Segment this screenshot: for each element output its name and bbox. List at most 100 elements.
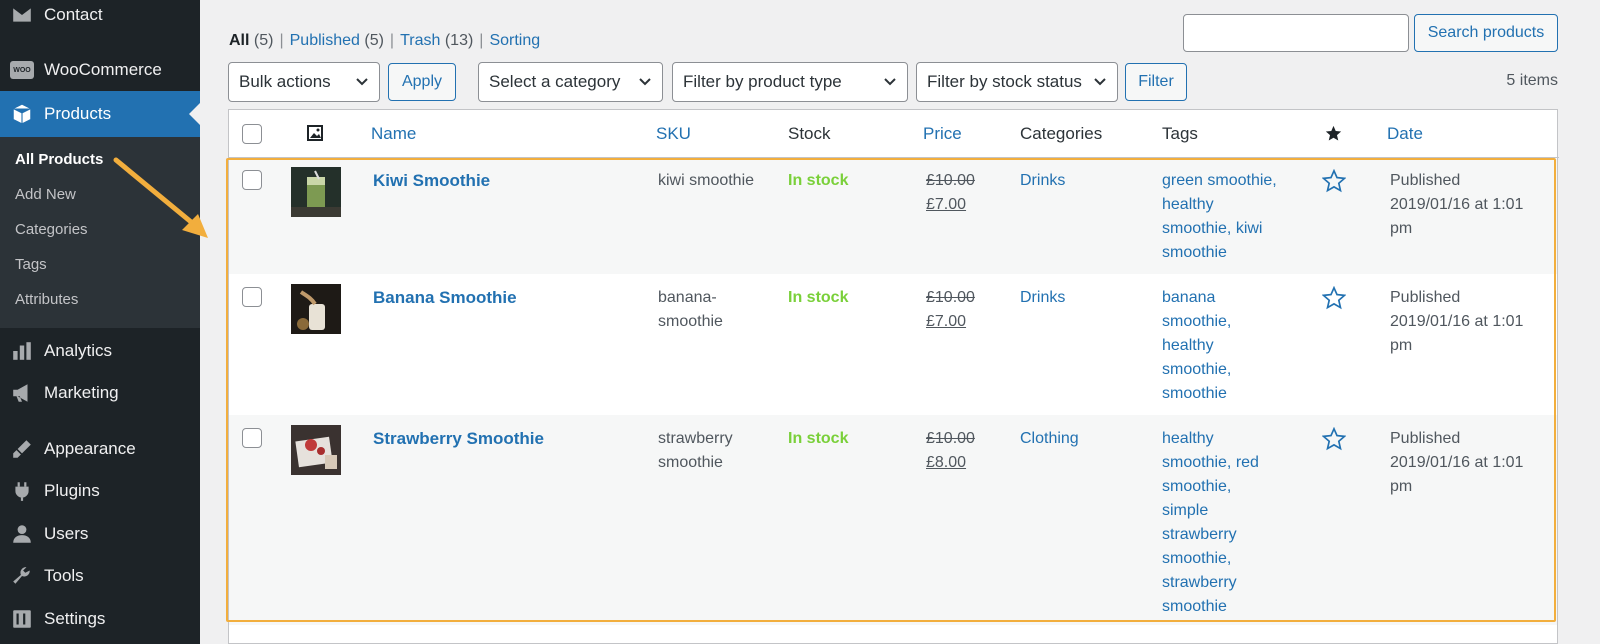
stock-status: In stock <box>788 430 849 447</box>
submenu-item-tags[interactable]: Tags <box>15 256 47 273</box>
menu-label: Tools <box>44 566 84 585</box>
product-sku: banana-smoothie <box>658 289 723 330</box>
menu-label: Settings <box>44 609 106 628</box>
tags-links[interactable]: banana smoothie, healthy smoothie, smoothie <box>1162 286 1231 406</box>
product-price: £10.00 £7.00 <box>926 172 975 213</box>
menu-label: WooCommerce <box>44 60 162 79</box>
menu-label: Users <box>44 524 89 543</box>
row-checkbox[interactable] <box>242 428 262 448</box>
view-trash-link[interactable]: Trash (13) <box>400 32 473 49</box>
wrench-icon <box>0 565 44 587</box>
mail-icon <box>0 4 44 26</box>
plug-icon <box>0 480 44 502</box>
menu-label: Appearance <box>44 439 136 458</box>
table-row: Kiwi Smoothie kiwi smoothie In stock £10… <box>229 159 1557 274</box>
tags-links[interactable]: green smoothie, healthy smoothie, kiwi smoo… <box>1162 169 1277 265</box>
stock-status: In stock <box>788 289 849 306</box>
menu-item-products[interactable]: Products <box>0 91 200 137</box>
bulk-actions-select[interactable]: Bulk actions <box>228 62 380 102</box>
column-stock: Stock <box>788 124 831 143</box>
table-row: Banana Smoothie banana-smoothie In stock… <box>229 274 1557 415</box>
menu-item-tools[interactable]: Tools <box>0 561 200 591</box>
publish-date: Published 2019/01/16 at 1:01 pm <box>1390 430 1524 495</box>
row-checkbox[interactable] <box>242 287 262 307</box>
menu-item-marketing[interactable]: Marketing <box>0 378 200 408</box>
menu-item-appearance[interactable]: Appearance <box>0 434 200 464</box>
annotation-arrow-icon <box>113 157 208 238</box>
product-name-link[interactable]: Strawberry Smoothie <box>373 427 544 451</box>
category-link[interactable]: Drinks <box>1020 169 1065 193</box>
publish-date: Published 2019/01/16 at 1:01 pm <box>1390 172 1524 237</box>
star-outline-icon[interactable] <box>1322 427 1346 451</box>
woocommerce-icon: WOO <box>0 61 44 79</box>
table-header: Name SKU Stock Price Categories Tags Dat… <box>229 110 1559 158</box>
menu-label: Analytics <box>44 341 113 360</box>
category-link[interactable]: Drinks <box>1020 286 1065 310</box>
column-date[interactable]: Date <box>1387 124 1423 144</box>
menu-label: Plugins <box>44 481 100 500</box>
view-sorting-link[interactable]: Sorting <box>489 32 540 49</box>
chevron-down-icon <box>884 78 896 86</box>
product-sku: kiwi smoothie <box>658 172 755 189</box>
product-price: £10.00 £8.00 <box>926 430 975 471</box>
search-products-button[interactable]: Search products <box>1414 14 1558 52</box>
product-thumbnail[interactable] <box>291 284 341 334</box>
product-type-select[interactable]: Filter by product type <box>672 62 908 102</box>
product-thumbnail[interactable] <box>291 167 341 217</box>
paintbrush-icon <box>0 438 44 460</box>
menu-item-woocommerce[interactable]: WOO WooCommerce <box>0 55 200 85</box>
product-name-link[interactable]: Banana Smoothie <box>373 286 517 310</box>
submenu-item-all-products[interactable]: All Products <box>15 151 103 168</box>
current-menu-arrow <box>189 103 200 125</box>
featured-star-icon[interactable] <box>1325 125 1342 142</box>
chevron-down-icon <box>356 78 368 86</box>
category-link[interactable]: Clothing <box>1020 427 1079 451</box>
menu-item-plugins[interactable]: Plugins <box>0 476 200 506</box>
filter-button[interactable]: Filter <box>1125 63 1187 101</box>
menu-item-users[interactable]: Users <box>0 519 200 549</box>
submenu-item-attributes[interactable]: Attributes <box>15 291 78 308</box>
select-all-checkbox[interactable] <box>242 124 262 144</box>
view-all-link[interactable]: All (5) <box>229 32 273 49</box>
product-price: £10.00 £7.00 <box>926 289 975 330</box>
menu-label: Contact <box>44 5 103 24</box>
table-row: Strawberry Smoothie strawberry smoothie I… <box>229 415 1557 625</box>
product-name-link[interactable]: Kiwi Smoothie <box>373 169 490 193</box>
category-select[interactable]: Select a category <box>478 62 663 102</box>
items-count: 5 items <box>1506 72 1558 89</box>
chevron-down-icon <box>639 78 651 86</box>
search-input[interactable] <box>1183 14 1409 52</box>
column-name[interactable]: Name <box>371 124 416 144</box>
column-price[interactable]: Price <box>923 124 962 144</box>
menu-item-settings[interactable]: Settings <box>0 604 200 634</box>
settings-sliders-icon <box>0 608 44 630</box>
megaphone-icon <box>0 382 44 404</box>
submenu-item-categories[interactable]: Categories <box>15 221 88 238</box>
image-icon <box>307 125 323 141</box>
view-published-link[interactable]: Published (5) <box>290 32 384 49</box>
star-outline-icon[interactable] <box>1322 286 1346 310</box>
column-sku[interactable]: SKU <box>656 124 691 144</box>
row-checkbox[interactable] <box>242 170 262 190</box>
menu-label: Products <box>44 104 112 123</box>
bar-chart-icon <box>0 340 44 362</box>
menu-item-analytics[interactable]: Analytics <box>0 336 200 366</box>
apply-button[interactable]: Apply <box>388 63 456 101</box>
menu-item-contact[interactable]: Contact <box>0 0 200 30</box>
admin-sidebar: Contact WOO WooCommerce Products All Pro… <box>0 0 200 644</box>
box-icon <box>0 103 44 125</box>
tags-links[interactable]: healthy smoothie, red smoothie, simple straw… <box>1162 427 1259 619</box>
star-outline-icon[interactable] <box>1322 169 1346 193</box>
chevron-down-icon <box>1094 78 1106 86</box>
product-sku: strawberry smoothie <box>658 430 733 471</box>
user-icon <box>0 523 44 545</box>
stock-status: In stock <box>788 172 849 189</box>
column-categories: Categories <box>1020 124 1103 143</box>
submenu-item-add-new[interactable]: Add New <box>15 186 76 203</box>
product-thumbnail[interactable] <box>291 425 341 475</box>
view-filter-links: All (5) | Published (5) | Trash (13) | Sorting <box>229 32 541 49</box>
menu-label: Marketing <box>44 383 119 402</box>
products-table: Name SKU Stock Price Categories Tags Dat… <box>228 109 1559 644</box>
stock-status-select[interactable]: Filter by stock status <box>916 62 1118 102</box>
column-tags: Tags <box>1162 124 1198 143</box>
